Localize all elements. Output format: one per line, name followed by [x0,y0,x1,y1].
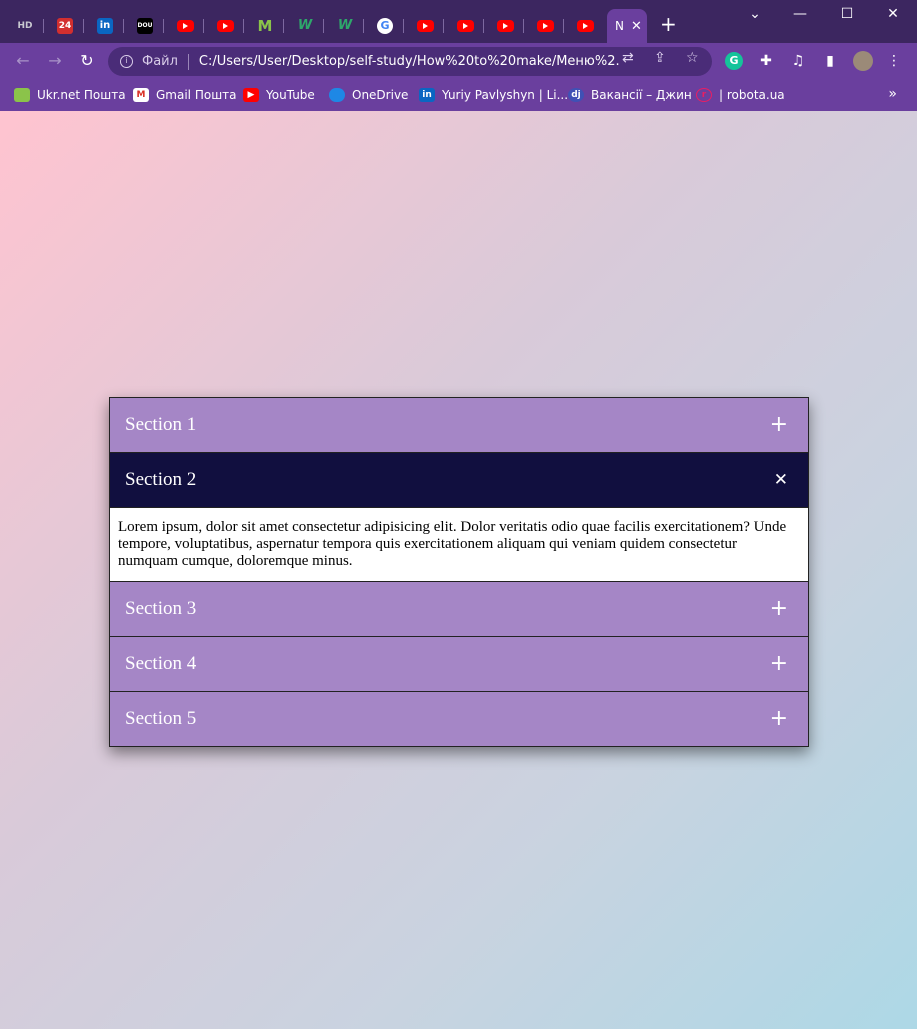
expand-plus-icon[interactable]: + [770,653,788,675]
dou-icon: DOU [137,17,153,34]
profile-avatar[interactable] [853,51,873,71]
expand-plus-icon[interactable]: + [770,414,788,436]
address-url[interactable]: C:/Users/User/Desktop/self-study/How%20t… [199,54,619,69]
bookmark-onedrive[interactable]: OneDrive [329,86,408,104]
bookmark-ukrnet[interactable]: Ukr.net Пошта [14,86,126,104]
tab-youtube[interactable] [406,10,444,41]
youtube-icon [216,19,234,32]
w-icon: W [297,18,313,33]
bookmark-djinni[interactable]: dj Вакансії – Джин [568,86,692,104]
accordion-section-1[interactable]: Section 1 + [110,398,808,453]
bookmarks-overflow-icon[interactable]: » [888,86,897,102]
accordion-section-4[interactable]: Section 4 + [110,637,808,692]
section-title: Section 1 [125,414,197,435]
tab-w[interactable]: W [286,10,324,41]
tab-youtube[interactable] [486,10,524,41]
share-icon[interactable]: ⇪ [654,50,666,66]
bookmark-robota[interactable]: r | robota.ua [696,86,785,104]
menu-icon[interactable]: ⋮ [885,53,903,69]
djinni-icon: dj [568,88,584,102]
youtube-icon [456,19,474,32]
expand-plus-icon[interactable]: + [770,598,788,620]
bookmark-label: | robota.ua [719,88,785,102]
w-icon: W [337,18,353,33]
tab-w[interactable]: W [326,10,364,41]
reload-button[interactable]: ↻ [77,51,97,71]
tab-youtube[interactable] [206,10,244,41]
forward-button[interactable]: → [45,51,65,71]
grammarly-icon[interactable]: G [725,52,743,70]
linkedin-icon: in [97,17,113,34]
section-title: Section 5 [125,708,197,729]
section-title: Section 4 [125,653,197,674]
close-tab-icon[interactable]: ✕ [631,19,642,34]
hd-icon: HD [17,20,33,31]
tab-youtube[interactable] [526,10,564,41]
tab-m[interactable]: M [246,10,284,41]
collapse-close-icon[interactable]: ✕ [774,469,788,491]
accordion-section-2-content: Lorem ipsum, dolor sit amet consectetur … [110,508,808,582]
bookmark-label: Yuriy Pavlyshyn | Li... [442,88,569,102]
linkedin-icon: in [419,88,435,102]
section-title: Section 3 [125,598,197,619]
extensions-icon[interactable]: ✚ [757,53,775,69]
media-control-icon[interactable]: ♫ [789,53,807,69]
tab-youtube[interactable] [446,10,484,41]
browser-toolbar: ← → ↻ i Файл C:/Users/User/Desktop/self-… [0,43,917,80]
expand-plus-icon[interactable]: + [770,708,788,730]
bookmark-label: YouTube [266,88,315,102]
ukrnet-icon [14,88,30,102]
bookmark-label: OneDrive [352,88,409,102]
tab-search-icon[interactable]: ⌄ [745,6,765,22]
new-tab-button[interactable]: + [660,14,677,34]
tab-linkedin[interactable]: in [86,10,124,41]
accordion-section-3[interactable]: Section 3 + [110,582,808,637]
maximize-button[interactable]: ☐ [837,6,857,22]
active-tab-title: N [615,19,624,33]
tab-strip: HD 24 in DOU M W W G N ✕ + ⌄ — ☐ ✕ [0,0,917,43]
tab-youtube[interactable] [566,10,604,41]
youtube-icon: ▶ [243,88,259,102]
bookmark-youtube[interactable]: ▶ YouTube [243,86,315,104]
bookmark-label: Вакансії – Джин [591,88,692,102]
m-icon: M [257,16,273,35]
youtube-icon [416,19,434,32]
tab-youtube[interactable] [166,10,204,41]
youtube-icon [536,19,554,32]
side-panel-icon[interactable]: ▮ [821,53,839,69]
bookmark-linkedin[interactable]: in Yuriy Pavlyshyn | Li... [419,86,568,104]
accordion: Section 1 + Section 2 ✕ Lorem ipsum, dol… [109,397,809,747]
youtube-icon [496,19,514,32]
translate-icon[interactable]: ⇄ [622,50,634,66]
bookmark-label: Ukr.net Пошта [37,88,126,102]
tab-24[interactable]: 24 [46,10,84,41]
onedrive-icon [329,88,345,102]
tab-dou[interactable]: DOU [126,10,164,41]
youtube-icon [576,19,594,32]
address-scheme: Файл [142,54,178,69]
info-icon[interactable]: i [120,55,133,68]
page-viewport: Section 1 + Section 2 ✕ Lorem ipsum, dol… [0,111,917,1029]
robota-icon: r [696,88,712,102]
close-window-button[interactable]: ✕ [883,6,903,22]
bookmark-gmail[interactable]: M Gmail Пошта [133,86,237,104]
tab-google[interactable]: G [366,10,404,41]
minimize-button[interactable]: — [790,6,810,22]
tab-active[interactable]: N ✕ [607,9,647,43]
accordion-section-2[interactable]: Section 2 ✕ [110,453,808,508]
google-icon: G [377,17,393,34]
youtube-icon [176,19,194,32]
24-icon: 24 [57,17,73,34]
gmail-icon: M [133,88,149,102]
back-button[interactable]: ← [13,51,33,71]
section-title: Section 2 [125,469,197,490]
accordion-section-5[interactable]: Section 5 + [110,692,808,747]
bookmark-star-icon[interactable]: ☆ [686,50,699,66]
bookmark-label: Gmail Пошта [156,88,237,102]
tab-hd[interactable]: HD [6,10,44,41]
bookmarks-bar: Ukr.net Пошта M Gmail Пошта ▶ YouTube OneD… [0,80,917,111]
